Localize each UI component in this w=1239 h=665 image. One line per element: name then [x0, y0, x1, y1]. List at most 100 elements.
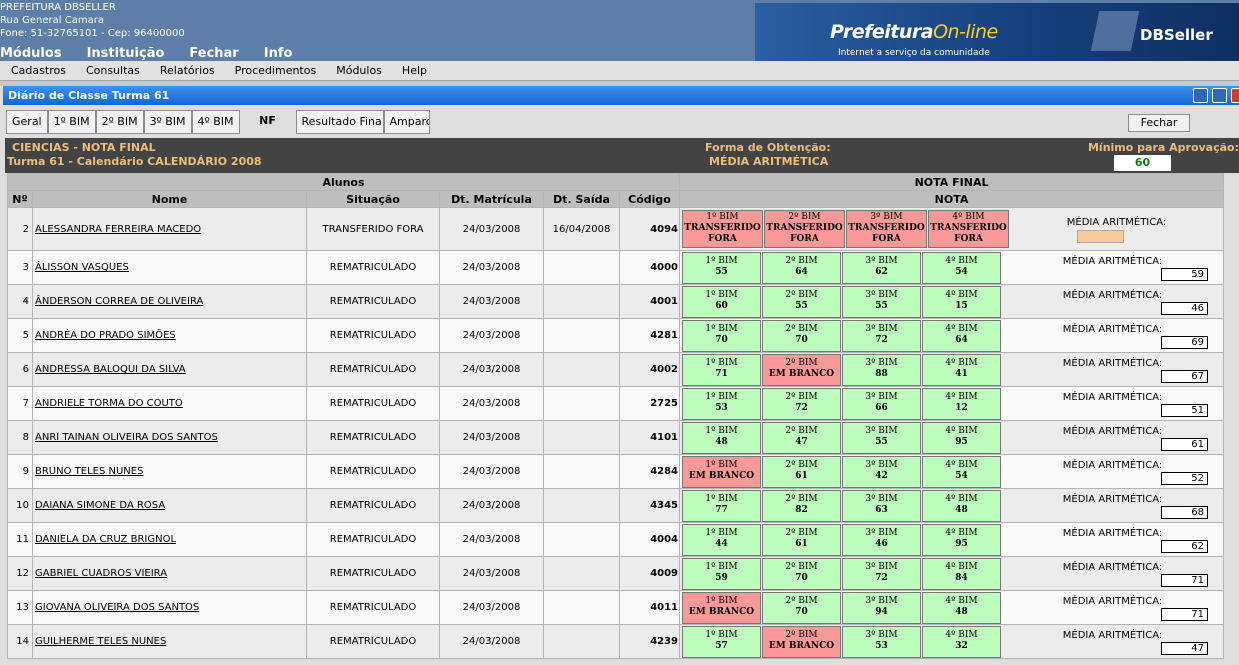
- tab-3-bim[interactable]: 3º BIM: [143, 110, 192, 134]
- media-value-field[interactable]: 61: [1161, 438, 1209, 451]
- media-value-field[interactable]: 68: [1161, 506, 1209, 519]
- menu-modulos[interactable]: Módulos: [336, 64, 382, 77]
- situacao-cell: REMATRICULADO: [306, 386, 440, 421]
- organization-info: PREFEITURA DBSELLER Rua General Camara F…: [0, 1, 185, 40]
- bimestre-grade-box: 2º BIM 72: [762, 387, 842, 420]
- student-name-link[interactable]: ANDRÉA DO PRADO SIMÕES: [32, 318, 307, 353]
- dt-saida-cell: [543, 590, 620, 625]
- bimestre-grade-box: 2º BIM TRANSFERIDO FORA: [764, 210, 846, 248]
- main-menu-info[interactable]: Info: [264, 46, 293, 61]
- dt-saida-cell: [543, 488, 620, 523]
- media-aritmetica: MÉDIA ARITMÉTICA: 69: [1002, 322, 1223, 349]
- fechar-button[interactable]: Fechar: [1128, 114, 1190, 132]
- table-row: 10 DAIANA SIMONE DA ROSA REMATRICULADO 24/0…: [7, 488, 1225, 523]
- tab-4-bim[interactable]: 4º BIM: [191, 110, 240, 134]
- menu-relatorios[interactable]: Relatórios: [160, 64, 215, 77]
- student-name-link[interactable]: GUILHERME TELES NUNES: [32, 624, 307, 659]
- minimize-icon[interactable]: [1193, 88, 1208, 103]
- forma-obtencao-value: MÉDIA ARITMÉTICA: [709, 155, 829, 168]
- org-name: PREFEITURA DBSELLER: [0, 2, 116, 13]
- forma-obtencao-label: Forma de Obtenção:: [705, 141, 831, 154]
- bimestre-grade-box: 1º BIM 55: [682, 251, 762, 284]
- nota-cell: 1º BIM 44 2º BIM 61 3º BIM 46 4º BIM 95 MÉDIA AR…: [679, 522, 1225, 557]
- bimestre-grade-box: 3º BIM 46: [842, 523, 922, 556]
- vendor-name: DBSeller: [1140, 26, 1213, 44]
- student-name-link[interactable]: GABRIEL CUADROS VIEIRA: [32, 556, 307, 591]
- student-name-link[interactable]: BRUNO TELES NUNES: [32, 454, 307, 489]
- dt-saida-cell: [543, 250, 620, 285]
- student-name-link[interactable]: DANIELA DA CRUZ BRIGNOL: [32, 522, 307, 557]
- menu-cadastros[interactable]: Cadastros: [11, 64, 66, 77]
- media-value-field[interactable]: 62: [1161, 540, 1209, 553]
- media-aritmetica: MÉDIA ARITMÉTICA: 67: [1002, 356, 1223, 383]
- grades-table: Alunos NOTA FINAL Nº Nome Situação Dt. M…: [6, 173, 1225, 659]
- media-aritmetica: MÉDIA ARITMÉTICA: 71: [1002, 560, 1223, 587]
- situacao-cell: REMATRICULADO: [306, 624, 440, 659]
- tab-geral[interactable]: Geral: [6, 110, 48, 134]
- media-value-field[interactable]: [1077, 230, 1125, 243]
- app-header: PREFEITURA DBSELLER Rua General Camara F…: [0, 0, 1239, 61]
- situacao-cell: REMATRICULADO: [306, 454, 440, 489]
- media-value-field[interactable]: 52: [1161, 472, 1209, 485]
- close-icon[interactable]: [1231, 88, 1239, 103]
- media-value-field[interactable]: 67: [1161, 370, 1209, 383]
- dt-saida-cell: [543, 454, 620, 489]
- dt-matricula-cell: 24/03/2008: [439, 590, 544, 625]
- nota-cell: 1º BIM 55 2º BIM 64 3º BIM 62 4º BIM 54 MÉDIA AR…: [679, 250, 1225, 285]
- student-name-link[interactable]: ANDRESSA BALOQUI DA SILVA: [32, 352, 307, 387]
- col-header-nota: NOTA: [679, 190, 1225, 208]
- codigo-cell: 4281: [618, 318, 681, 353]
- student-name-link[interactable]: ANRI TAINAN OLIVEIRA DOS SANTOS: [32, 420, 307, 455]
- media-label: MÉDIA ARITMÉTICA:: [1062, 392, 1163, 403]
- subject-label: CIENCIAS - NOTA FINAL: [12, 141, 156, 154]
- bimestre-grade-box: 4º BIM 54: [922, 251, 1002, 284]
- window-title: Diário de Classe Turma 61: [8, 89, 170, 102]
- media-value-field[interactable]: 51: [1161, 404, 1209, 417]
- maximize-icon[interactable]: [1212, 88, 1227, 103]
- main-menu-fechar[interactable]: Fechar: [189, 46, 238, 61]
- main-menu-instituicao[interactable]: Instituição: [87, 46, 165, 61]
- student-name-link[interactable]: ÂNDERSON CORREA DE OLIVEIRA: [32, 284, 307, 319]
- student-name-link[interactable]: ÁLISSON VASQUES: [32, 250, 307, 285]
- bimestre-grade-box: 4º BIM 95: [922, 421, 1002, 454]
- media-value-field[interactable]: 71: [1161, 574, 1209, 587]
- bimestre-grade-box: 3º BIM 94: [842, 591, 922, 624]
- media-value-field[interactable]: 47: [1161, 642, 1209, 655]
- menu-consultas[interactable]: Consultas: [86, 64, 140, 77]
- situacao-cell: REMATRICULADO: [306, 590, 440, 625]
- dt-matricula-cell: 24/03/2008: [439, 352, 544, 387]
- tab-amparo[interactable]: Amparo: [383, 110, 430, 134]
- nota-cell: 1º BIM 60 2º BIM 55 3º BIM 55 4º BIM 15 MÉDIA AR…: [679, 284, 1225, 319]
- student-name-link[interactable]: DAIANA SIMONE DA ROSA: [32, 488, 307, 523]
- student-name-link[interactable]: ALESSANDRA FERREIRA MACEDO: [32, 207, 307, 251]
- table-row: 3 ÁLISSON VASQUES REMATRICULADO 24/03/2008 4…: [7, 250, 1225, 285]
- turma-label: Turma 61 - Calendário CALENDÁRIO 2008: [7, 155, 262, 168]
- tab-2-bim[interactable]: 2º BIM: [95, 110, 144, 134]
- table-row: 7 ANDRIELE TORMA DO COUTO REMATRICULADO 24/…: [7, 386, 1225, 421]
- row-number: 8: [7, 420, 33, 455]
- bimestre-grade-box: 1º BIM 48: [682, 421, 762, 454]
- media-value-field[interactable]: 69: [1161, 336, 1209, 349]
- tab-resultado-final[interactable]: Resultado Fina: [295, 110, 384, 134]
- bimestre-grade-box: 1º BIM 70: [682, 319, 762, 352]
- student-name-link[interactable]: ANDRIELE TORMA DO COUTO: [32, 386, 307, 421]
- student-name-link[interactable]: GIOVANA OLIVEIRA DOS SANTOS: [32, 590, 307, 625]
- codigo-cell: 4345: [618, 488, 681, 523]
- brand-logo-text: PrefeituraOn-line: [830, 21, 998, 43]
- media-aritmetica: MÉDIA ARITMÉTICA: 68: [1002, 492, 1223, 519]
- situacao-cell: TRANSFERIDO FORA: [306, 207, 440, 251]
- bimestre-grade-box: 2º BIM 64: [762, 251, 842, 284]
- media-value-field[interactable]: 46: [1161, 302, 1209, 315]
- media-value-field[interactable]: 71: [1161, 608, 1209, 621]
- tab-nf-active[interactable]: NF: [239, 110, 296, 134]
- media-value-field[interactable]: 59: [1161, 268, 1209, 281]
- bimestre-grade-box: 3º BIM TRANSFERIDO FORA: [846, 210, 928, 248]
- menu-help[interactable]: Help: [402, 64, 427, 77]
- bimestre-grade-box: 1º BIM 57: [682, 625, 762, 658]
- bimestre-grade-box: 4º BIM 84: [922, 557, 1002, 590]
- menu-procedimentos[interactable]: Procedimentos: [235, 64, 317, 77]
- tab-1-bim[interactable]: 1º BIM: [47, 110, 96, 134]
- bimestre-grade-box: 2º BIM EM BRANCO: [762, 625, 842, 658]
- table-row: 5 ANDRÉA DO PRADO SIMÕES REMATRICULADO 24/0…: [7, 318, 1225, 353]
- main-menu-modulos[interactable]: Módulos: [0, 46, 62, 61]
